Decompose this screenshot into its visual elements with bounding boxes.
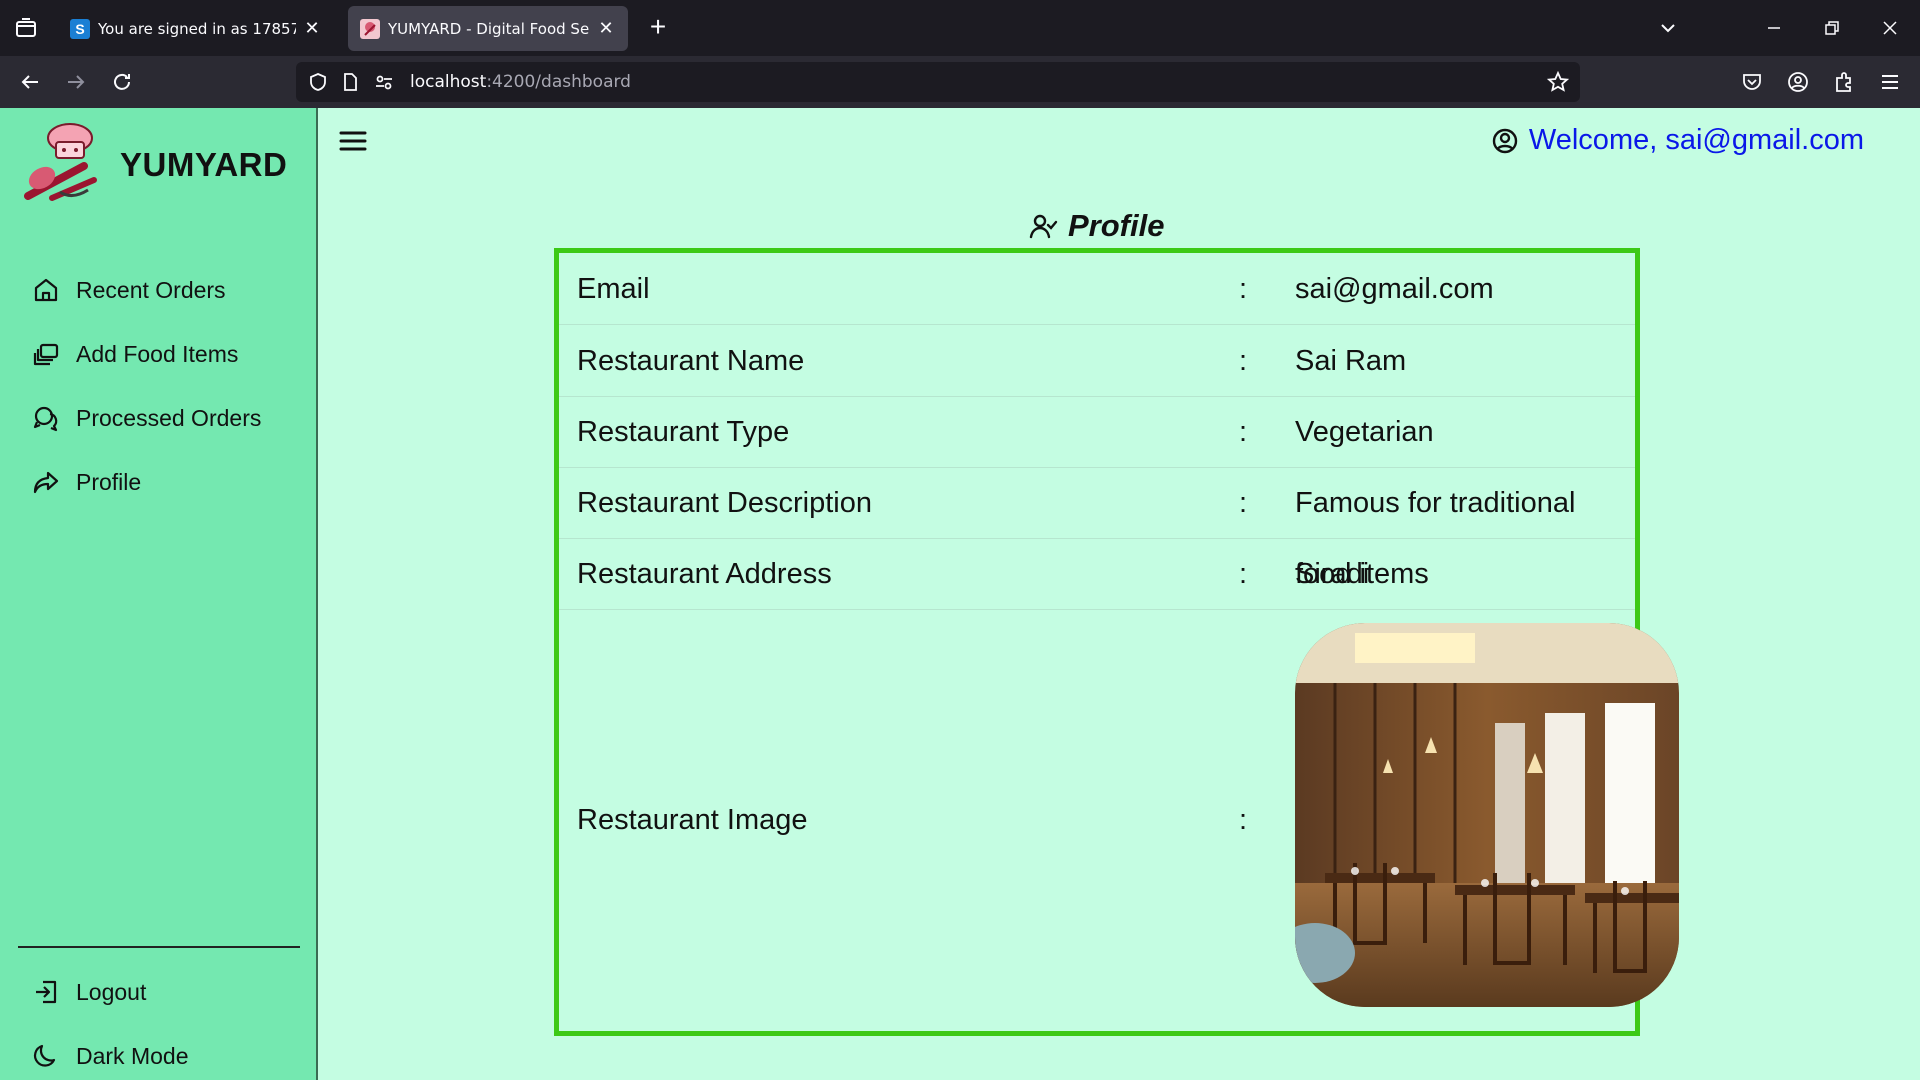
profile-row-restaurant-name: Restaurant Name : Sai Ram (559, 325, 1635, 397)
profile-key: Email (577, 273, 650, 305)
minimize-icon[interactable] (1760, 14, 1788, 42)
profile-value: Siradi (1295, 558, 1370, 590)
welcome-message: Welcome, sai@gmail.com (1491, 124, 1864, 157)
url-bar[interactable]: localhost:4200/dashboard (296, 62, 1580, 102)
page-title-text: Profile (1068, 208, 1165, 243)
profile-key: Restaurant Address (577, 558, 832, 590)
sidebar-item-label: Add Food Items (76, 340, 239, 367)
profile-row-email: Email : sai@gmail.com (559, 253, 1635, 325)
forward-arrow-icon[interactable] (62, 68, 90, 96)
separator: : (1239, 558, 1248, 590)
url-path: :4200/dashboard (486, 72, 631, 92)
profile-value: sai@gmail.com (1295, 273, 1494, 305)
tab-close-icon[interactable]: ✕ (302, 18, 322, 39)
reload-icon[interactable] (108, 68, 136, 96)
brand-name: YUMYARD (120, 146, 288, 183)
profile-value: Sai Ram (1295, 345, 1407, 377)
sidebar-item-processed-orders[interactable]: Processed Orders (30, 398, 261, 438)
share-icon (30, 466, 62, 498)
tab-favicon-icon: S (70, 18, 90, 39)
page-title: Profile (1028, 208, 1164, 244)
page-icon (338, 70, 362, 94)
user-check-icon (1028, 211, 1058, 241)
tab-label: You are signed in as 17857gh (98, 19, 296, 38)
sidebar-divider (18, 946, 300, 948)
tab-signed-in[interactable]: S You are signed in as 17857gh ✕ (58, 6, 334, 51)
menu-icon[interactable] (1876, 68, 1904, 96)
sidebar-item-label: Profile (76, 468, 142, 495)
pocket-icon[interactable] (1738, 68, 1766, 96)
profile-row-restaurant-description: Restaurant Description : Famous for trad… (559, 468, 1635, 590)
browser-tab-bar: S You are signed in as 17857gh ✕ YUMYARD… (0, 0, 1920, 56)
restaurant-image (1295, 623, 1679, 1007)
chat-icon (30, 402, 62, 434)
profile-card: Email : sai@gmail.com Restaurant Name : … (554, 248, 1679, 1036)
separator: : (1239, 345, 1248, 377)
sidebar-item-label: Dark Mode (76, 1042, 189, 1069)
new-tab-button[interactable]: + (644, 13, 672, 42)
shield-icon[interactable] (306, 70, 330, 94)
tab-favicon-icon (360, 18, 380, 39)
sidebar-item-logout[interactable]: Logout (30, 972, 146, 1012)
url-host: localhost (410, 72, 487, 92)
url-text[interactable]: localhost:4200/dashboard (410, 72, 631, 92)
tab-overflow-chevron-icon[interactable] (1654, 14, 1682, 42)
profile-key: Restaurant Type (577, 416, 790, 448)
welcome-text: Welcome, sai@gmail.com (1528, 124, 1864, 156)
bookmark-star-icon[interactable] (1546, 70, 1570, 94)
separator: : (1239, 487, 1248, 519)
profile-row-restaurant-type: Restaurant Type : Vegetarian (559, 397, 1635, 468)
sidebar-item-dark-mode[interactable]: Dark Mode (30, 1036, 188, 1076)
profile-key: Restaurant Name (577, 345, 805, 377)
profile-key: Restaurant Description (577, 487, 872, 519)
profile-row-restaurant-address: Restaurant Address : Siradi (559, 539, 1635, 610)
back-arrow-icon[interactable] (16, 68, 44, 96)
hamburger-menu-icon[interactable] (338, 128, 368, 154)
tab-list-icon[interactable] (12, 14, 40, 42)
restore-icon[interactable] (1818, 14, 1846, 42)
tab-yumyard[interactable]: YUMYARD - Digital Food Service ✕ (348, 6, 628, 51)
tab-label: YUMYARD - Digital Food Service (388, 19, 590, 38)
sidebar-item-profile[interactable]: Profile (30, 462, 141, 502)
layers-icon (30, 338, 62, 370)
sidebar-item-label: Logout (76, 978, 147, 1005)
moon-icon (30, 1040, 62, 1072)
profile-value: Vegetarian (1295, 416, 1434, 448)
tab-close-icon[interactable]: ✕ (596, 18, 616, 39)
separator: : (1239, 273, 1248, 305)
separator: : (1239, 416, 1248, 448)
user-circle-icon (1491, 127, 1519, 155)
permissions-icon[interactable] (372, 70, 396, 94)
home-icon (30, 274, 62, 306)
close-window-icon[interactable] (1876, 14, 1904, 42)
extensions-icon[interactable] (1830, 68, 1858, 96)
profile-key: Restaurant Image (577, 804, 808, 836)
main-content: Welcome, sai@gmail.com Profile Email : s… (320, 108, 1920, 1080)
browser-nav-bar: localhost:4200/dashboard (0, 56, 1920, 108)
logo-icon (24, 120, 104, 204)
sidebar-item-label: Processed Orders (76, 404, 262, 431)
account-icon[interactable] (1784, 68, 1812, 96)
sidebar-item-label: Recent Orders (76, 276, 226, 303)
separator: : (1239, 804, 1248, 836)
sidebar-item-add-food-items[interactable]: Add Food Items (30, 334, 238, 374)
sidebar-item-recent-orders[interactable]: Recent Orders (30, 270, 226, 310)
logout-icon (30, 976, 62, 1008)
sidebar: YUMYARD Recent Orders Add Food Items Pro… (0, 108, 318, 1080)
